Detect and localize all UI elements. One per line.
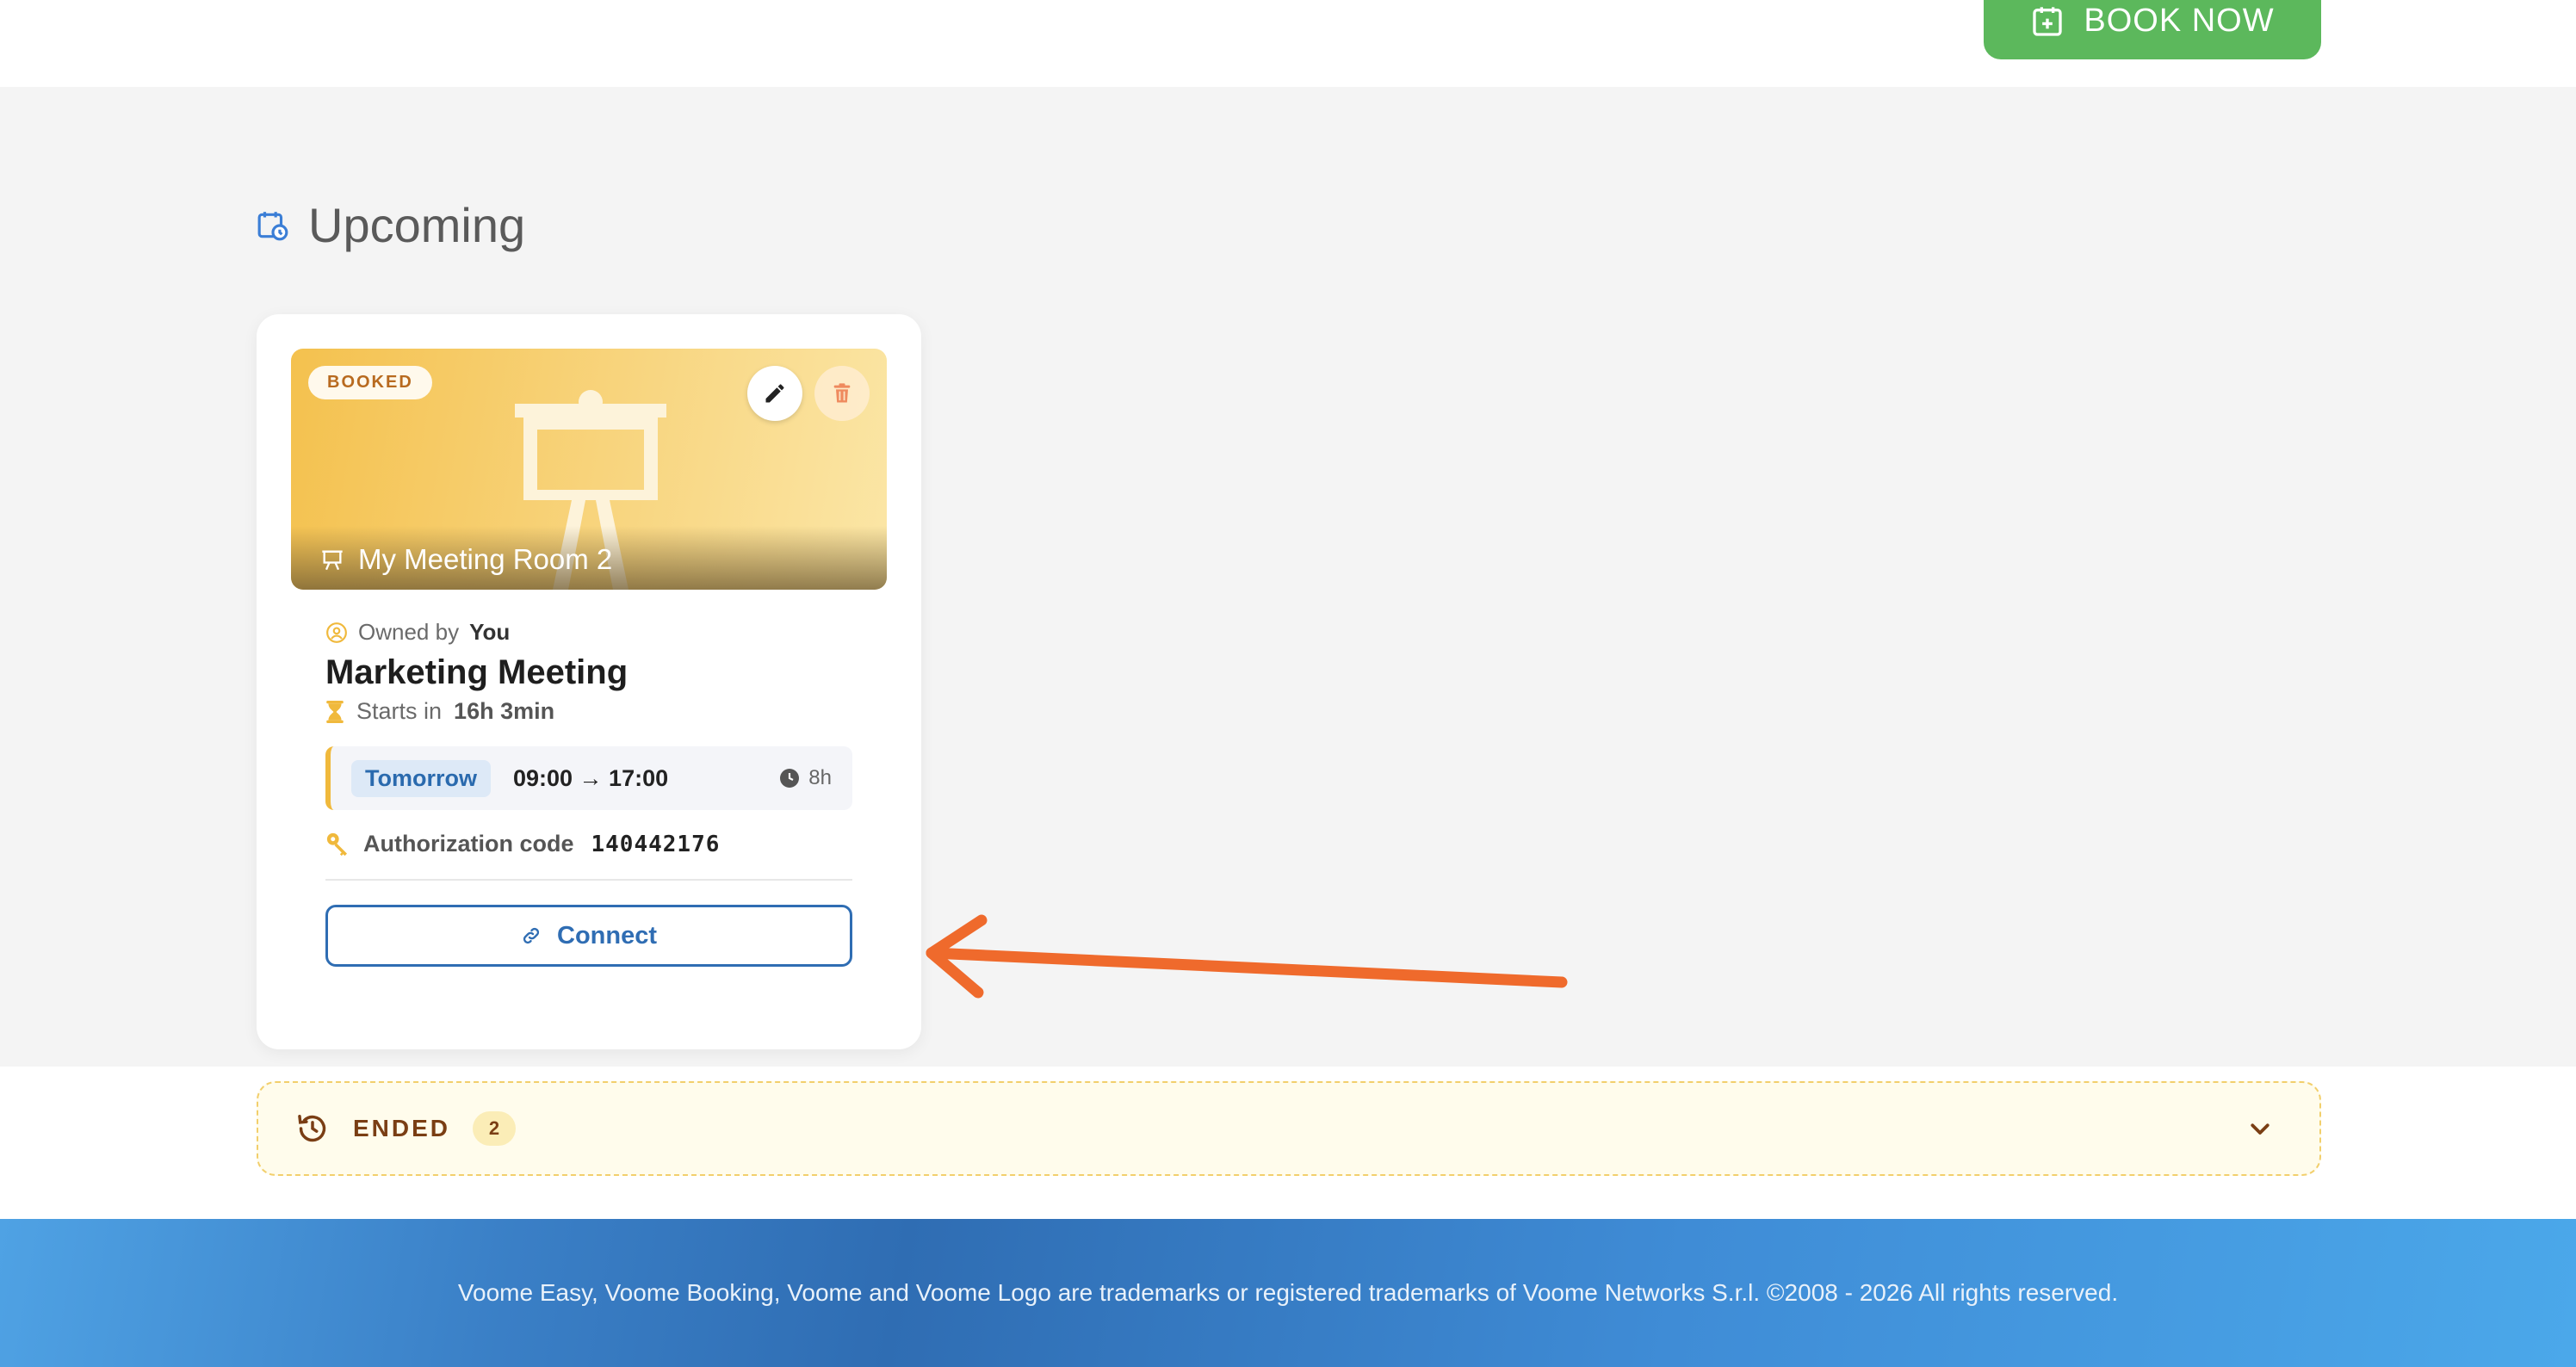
authorization-code: Authorization code 140442176 [325,831,720,857]
auth-label: Authorization code [363,831,574,857]
chevron-down-icon[interactable] [2247,1116,2273,1141]
starts-in: Starts in 16h 3min [325,698,554,725]
key-icon [326,832,347,856]
history-icon [298,1115,326,1142]
duration-value: 8h [808,766,832,789]
user-circle-icon [326,622,347,643]
calendar-clock-icon [257,211,288,240]
connect-label: Connect [557,921,657,949]
hourglass-icon [326,700,344,723]
annotation-arrow [926,914,1568,999]
owner-prefix: Owned by [358,619,460,645]
room-image: BOOKED My Meeting Room 2 [291,349,887,590]
time-range: 09:00 → 17:00 [513,764,669,791]
starts-prefix: Starts in [356,698,443,724]
divider [325,879,852,881]
delete-button[interactable] [814,366,870,421]
book-now-button[interactable]: BOOK NOW [1984,0,2321,59]
upcoming-header: Upcoming [257,197,525,253]
owner-line: Owned by You [325,619,510,646]
time-slot: Tomorrow 09:00 → 17:00 8h [325,746,852,810]
footer: Voome Easy, Voome Booking, Voome and Voo… [0,1219,2576,1367]
pencil-icon [765,384,784,403]
trash-icon [833,383,851,403]
ended-section-toggle[interactable]: ENDED 2 [257,1081,2321,1176]
main-content: Upcoming BOOKED My Meeting Room 2 Owned … [0,87,2576,1067]
starts-value: 16h 3min [454,698,555,724]
owner-name: You [469,619,511,645]
duration: 8h [779,766,832,790]
link-icon [523,927,540,944]
book-now-label: BOOK NOW [2084,3,2275,39]
booking-card: BOOKED My Meeting Room 2 Owned by You Ma… [257,314,921,1049]
footer-copyright: Voome Easy, Voome Booking, Voome and Voo… [457,1279,2119,1306]
connect-button[interactable]: Connect [325,905,852,967]
calendar-add-icon [2033,6,2063,36]
section-title: Upcoming [308,198,526,252]
room-name: My Meeting Room 2 [320,543,612,576]
presentation-board-icon [322,550,343,571]
clock-icon [780,769,800,788]
edit-button[interactable] [747,366,802,421]
ended-label: ENDED [353,1115,451,1141]
top-bar: BOOK NOW [0,0,2576,87]
meeting-title: Marketing Meeting [325,653,629,691]
day-pill: Tomorrow [351,759,491,797]
room-name-label: My Meeting Room 2 [358,543,613,575]
auth-code: 140442176 [591,831,721,857]
status-badge: BOOKED [308,366,432,399]
ended-count-badge: 2 [473,1111,517,1146]
